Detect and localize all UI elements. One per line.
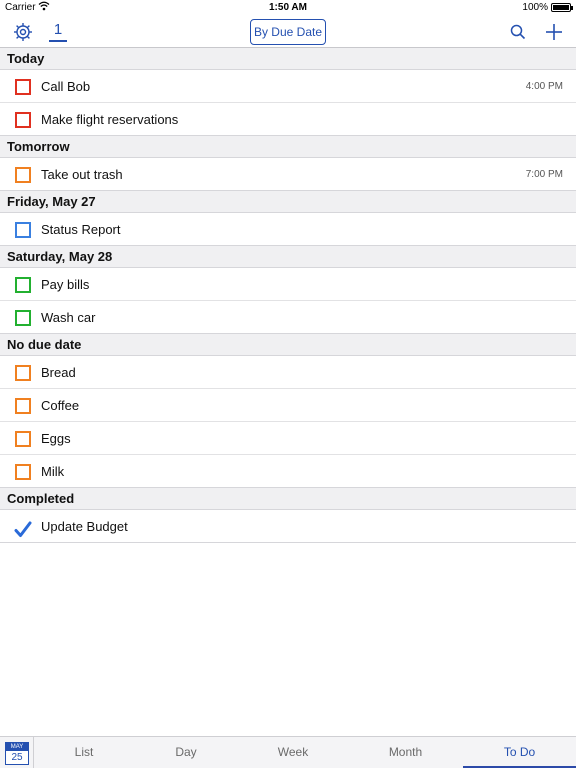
search-icon[interactable] [506, 20, 530, 44]
tab-week[interactable]: Week [238, 737, 348, 768]
task-checkbox[interactable] [15, 464, 31, 480]
calendar-month: MAY [6, 743, 28, 751]
task-list: Today Call Bob 4:00 PM Make flight reservat… [0, 48, 576, 543]
task-title: Make flight reservations [41, 112, 179, 127]
task-title: Pay bills [41, 277, 90, 292]
task-row[interactable]: Update Budget [0, 510, 576, 543]
battery-percentage: 100% [522, 2, 548, 13]
task-title: Update Budget [41, 519, 128, 534]
task-checkbox[interactable] [15, 79, 31, 95]
add-icon[interactable] [542, 20, 566, 44]
task-title: Wash car [41, 310, 96, 325]
battery-icon [551, 3, 573, 12]
task-time: 4:00 PM [525, 81, 563, 92]
sort-button[interactable]: By Due Date [250, 19, 326, 45]
task-row[interactable]: Bread [0, 356, 576, 389]
tab-day[interactable]: Day [134, 737, 238, 768]
section-header: Tomorrow [0, 136, 576, 158]
tab-list[interactable]: List [34, 737, 134, 768]
task-time: 7:00 PM [525, 169, 563, 180]
task-checkbox[interactable] [15, 431, 31, 447]
task-row[interactable]: Eggs [0, 422, 576, 455]
section-header: Friday, May 27 [0, 191, 576, 213]
checkmark-icon[interactable] [14, 518, 32, 537]
tab-month[interactable]: Month [348, 737, 463, 768]
task-checkbox[interactable] [15, 310, 31, 326]
task-row[interactable]: Take out trash 7:00 PM [0, 158, 576, 191]
tab-bar: MAY 25 List Day Week Month To Do [0, 736, 576, 768]
task-row[interactable]: Call Bob 4:00 PM [0, 70, 576, 103]
task-title: Bread [41, 365, 76, 380]
task-title: Coffee [41, 398, 80, 413]
count-underline [49, 40, 67, 42]
task-checkbox[interactable] [15, 222, 31, 238]
task-row[interactable]: Status Report [0, 213, 576, 246]
task-row[interactable]: Wash car [0, 301, 576, 334]
task-checkbox[interactable] [15, 365, 31, 381]
task-row[interactable]: Milk [0, 455, 576, 488]
task-row[interactable]: Make flight reservations [0, 103, 576, 136]
selected-count: 1 [53, 21, 63, 38]
status-bar: Carrier 1:50 AM 100% [0, 0, 576, 16]
task-title: Take out trash [41, 167, 123, 182]
clock: 1:50 AM [269, 2, 307, 13]
task-checkbox[interactable] [15, 167, 31, 183]
task-checkbox[interactable] [15, 398, 31, 414]
task-title: Eggs [41, 431, 71, 446]
task-checkbox[interactable] [15, 112, 31, 128]
toolbar: 1 By Due Date [0, 16, 576, 48]
task-title: Status Report [41, 222, 121, 237]
task-row[interactable]: Pay bills [0, 268, 576, 301]
calendar-today-button[interactable]: MAY 25 [5, 742, 29, 765]
tab-to-do[interactable]: To Do [463, 737, 576, 768]
selected-count-button[interactable]: 1 [46, 20, 70, 44]
calendar-day: 25 [11, 752, 23, 763]
section-header: No due date [0, 334, 576, 356]
section-header: Saturday, May 28 [0, 246, 576, 268]
gear-icon[interactable] [11, 20, 35, 44]
section-header: Today [0, 48, 576, 70]
task-title: Milk [41, 464, 65, 479]
task-checkbox[interactable] [15, 277, 31, 293]
task-row[interactable]: Coffee [0, 389, 576, 422]
task-title: Call Bob [41, 79, 91, 94]
section-header: Completed [0, 488, 576, 510]
